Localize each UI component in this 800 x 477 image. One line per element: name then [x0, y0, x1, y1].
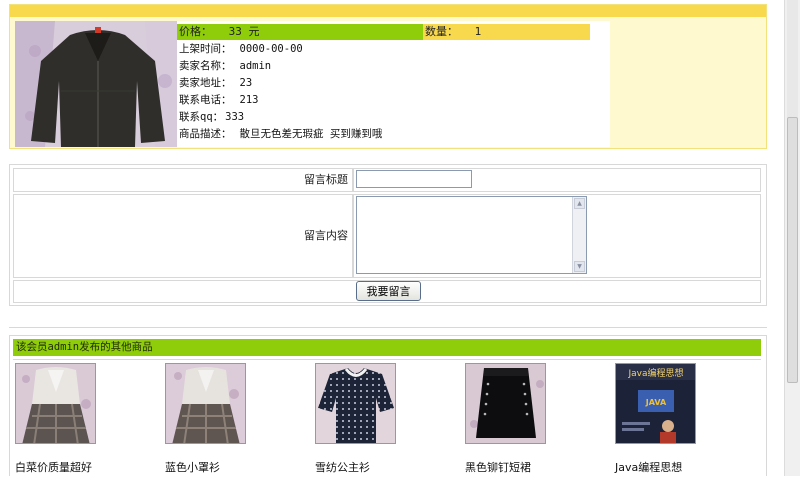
black-skirt-photo[interactable] [465, 363, 546, 444]
scroll-down-arrow-icon[interactable]: ▼ [574, 261, 585, 272]
other-products-header: 该会员admin发布的其他商品 [13, 339, 761, 356]
listing-time-label: 上架时间： [179, 43, 232, 55]
product-name[interactable]: 雪纺公主衫 [315, 459, 370, 475]
page: 价格： 33 元 数量： 1 上架时间： 0000-00-00 卖家名称： admi… [0, 0, 784, 476]
product-card[interactable]: Java编程思想 JAVA Java编程思想 [615, 363, 755, 477]
detail-top-bar [10, 5, 766, 17]
scroll-up-arrow-icon[interactable]: ▲ [574, 198, 585, 209]
product-name[interactable]: 蓝色小罩衫 [165, 459, 220, 475]
description-row: 商品描述： 散旦无色差无瑕疵 买到赚到哦 [179, 126, 382, 142]
product-info-panel: 价格： 33 元 数量： 1 上架时间： 0000-00-00 卖家名称： admi… [177, 21, 610, 147]
header-divider [13, 359, 761, 360]
page-scrollbar[interactable] [784, 0, 800, 476]
qq-row: 联系qq： 333 [179, 109, 244, 125]
content-label: 留言内容 [304, 229, 348, 242]
seller-address-value: 23 [239, 77, 253, 89]
scrollbar-thumb[interactable] [787, 117, 798, 383]
seller-name-row: 卖家名称： admin [179, 58, 271, 74]
comment-form: 留言标题 留言内容 ▲ ▼ 我要留言 [9, 164, 767, 306]
section-divider [9, 327, 767, 328]
polka-blouse-photo[interactable] [315, 363, 396, 444]
message-title-input[interactable] [356, 170, 472, 188]
book-cover-photo[interactable]: Java编程思想 JAVA [615, 363, 696, 444]
price-value: 33 元 [228, 25, 260, 38]
book-cover-title: Java编程思想 [627, 367, 683, 379]
title-label: 留言标题 [304, 173, 348, 186]
quantity-value: 1 [474, 25, 482, 38]
book-cover-logo: JAVA [645, 398, 667, 407]
qq-value: 333 [225, 111, 245, 123]
product-detail-panel: 价格： 33 元 数量： 1 上架时间： 0000-00-00 卖家名称： admi… [9, 4, 767, 149]
product-name[interactable]: 黑色铆钉短裙 [465, 459, 531, 475]
product-card[interactable]: 雪纺公主衫 [315, 363, 455, 477]
textarea-scrollbar[interactable]: ▲ ▼ [572, 197, 586, 273]
message-content-textarea[interactable]: ▲ ▼ [356, 196, 587, 274]
product-card[interactable]: 白菜价质量超好 [15, 363, 155, 477]
submit-message-button[interactable]: 我要留言 [356, 281, 421, 301]
seller-address-row: 卖家地址： 23 [179, 75, 252, 91]
other-products-section: 该会员admin发布的其他商品 白菜价质量超好 蓝色小罩衫 雪纺公主衫 黑色铆钉… [9, 335, 767, 476]
listing-time-value: 0000-00-00 [239, 43, 303, 55]
product-card[interactable]: 蓝色小罩衫 [165, 363, 305, 477]
phone-row: 联系电话： 213 [179, 92, 258, 108]
description-label: 商品描述： [179, 128, 232, 140]
content-label-cell: 留言内容 [13, 194, 353, 278]
product-photo [15, 21, 181, 147]
seller-address-label: 卖家地址： [179, 77, 232, 89]
quantity-label: 数量： [425, 25, 458, 38]
vest-skirt-photo[interactable] [165, 363, 246, 444]
vest-skirt-photo[interactable] [15, 363, 96, 444]
scrollbar-track[interactable] [787, 0, 798, 117]
qq-label: 联系qq： [179, 111, 224, 123]
seller-name-value: admin [239, 60, 272, 72]
description-value: 散旦无色差无瑕疵 买到赚到哦 [239, 128, 383, 140]
product-card[interactable]: 黑色铆钉短裙 [465, 363, 605, 477]
phone-value: 213 [239, 94, 259, 106]
product-name[interactable]: Java编程思想 [615, 459, 682, 475]
seller-name-label: 卖家名称： [179, 60, 232, 72]
product-name[interactable]: 白菜价质量超好 [15, 459, 92, 475]
quantity-bar: 数量： 1 [423, 24, 590, 40]
title-label-cell: 留言标题 [13, 168, 353, 192]
phone-label: 联系电话： [179, 94, 232, 106]
listing-time-row: 上架时间： 0000-00-00 [179, 41, 303, 57]
price-label: 价格： [179, 25, 212, 38]
price-bar: 价格： 33 元 [177, 24, 423, 40]
